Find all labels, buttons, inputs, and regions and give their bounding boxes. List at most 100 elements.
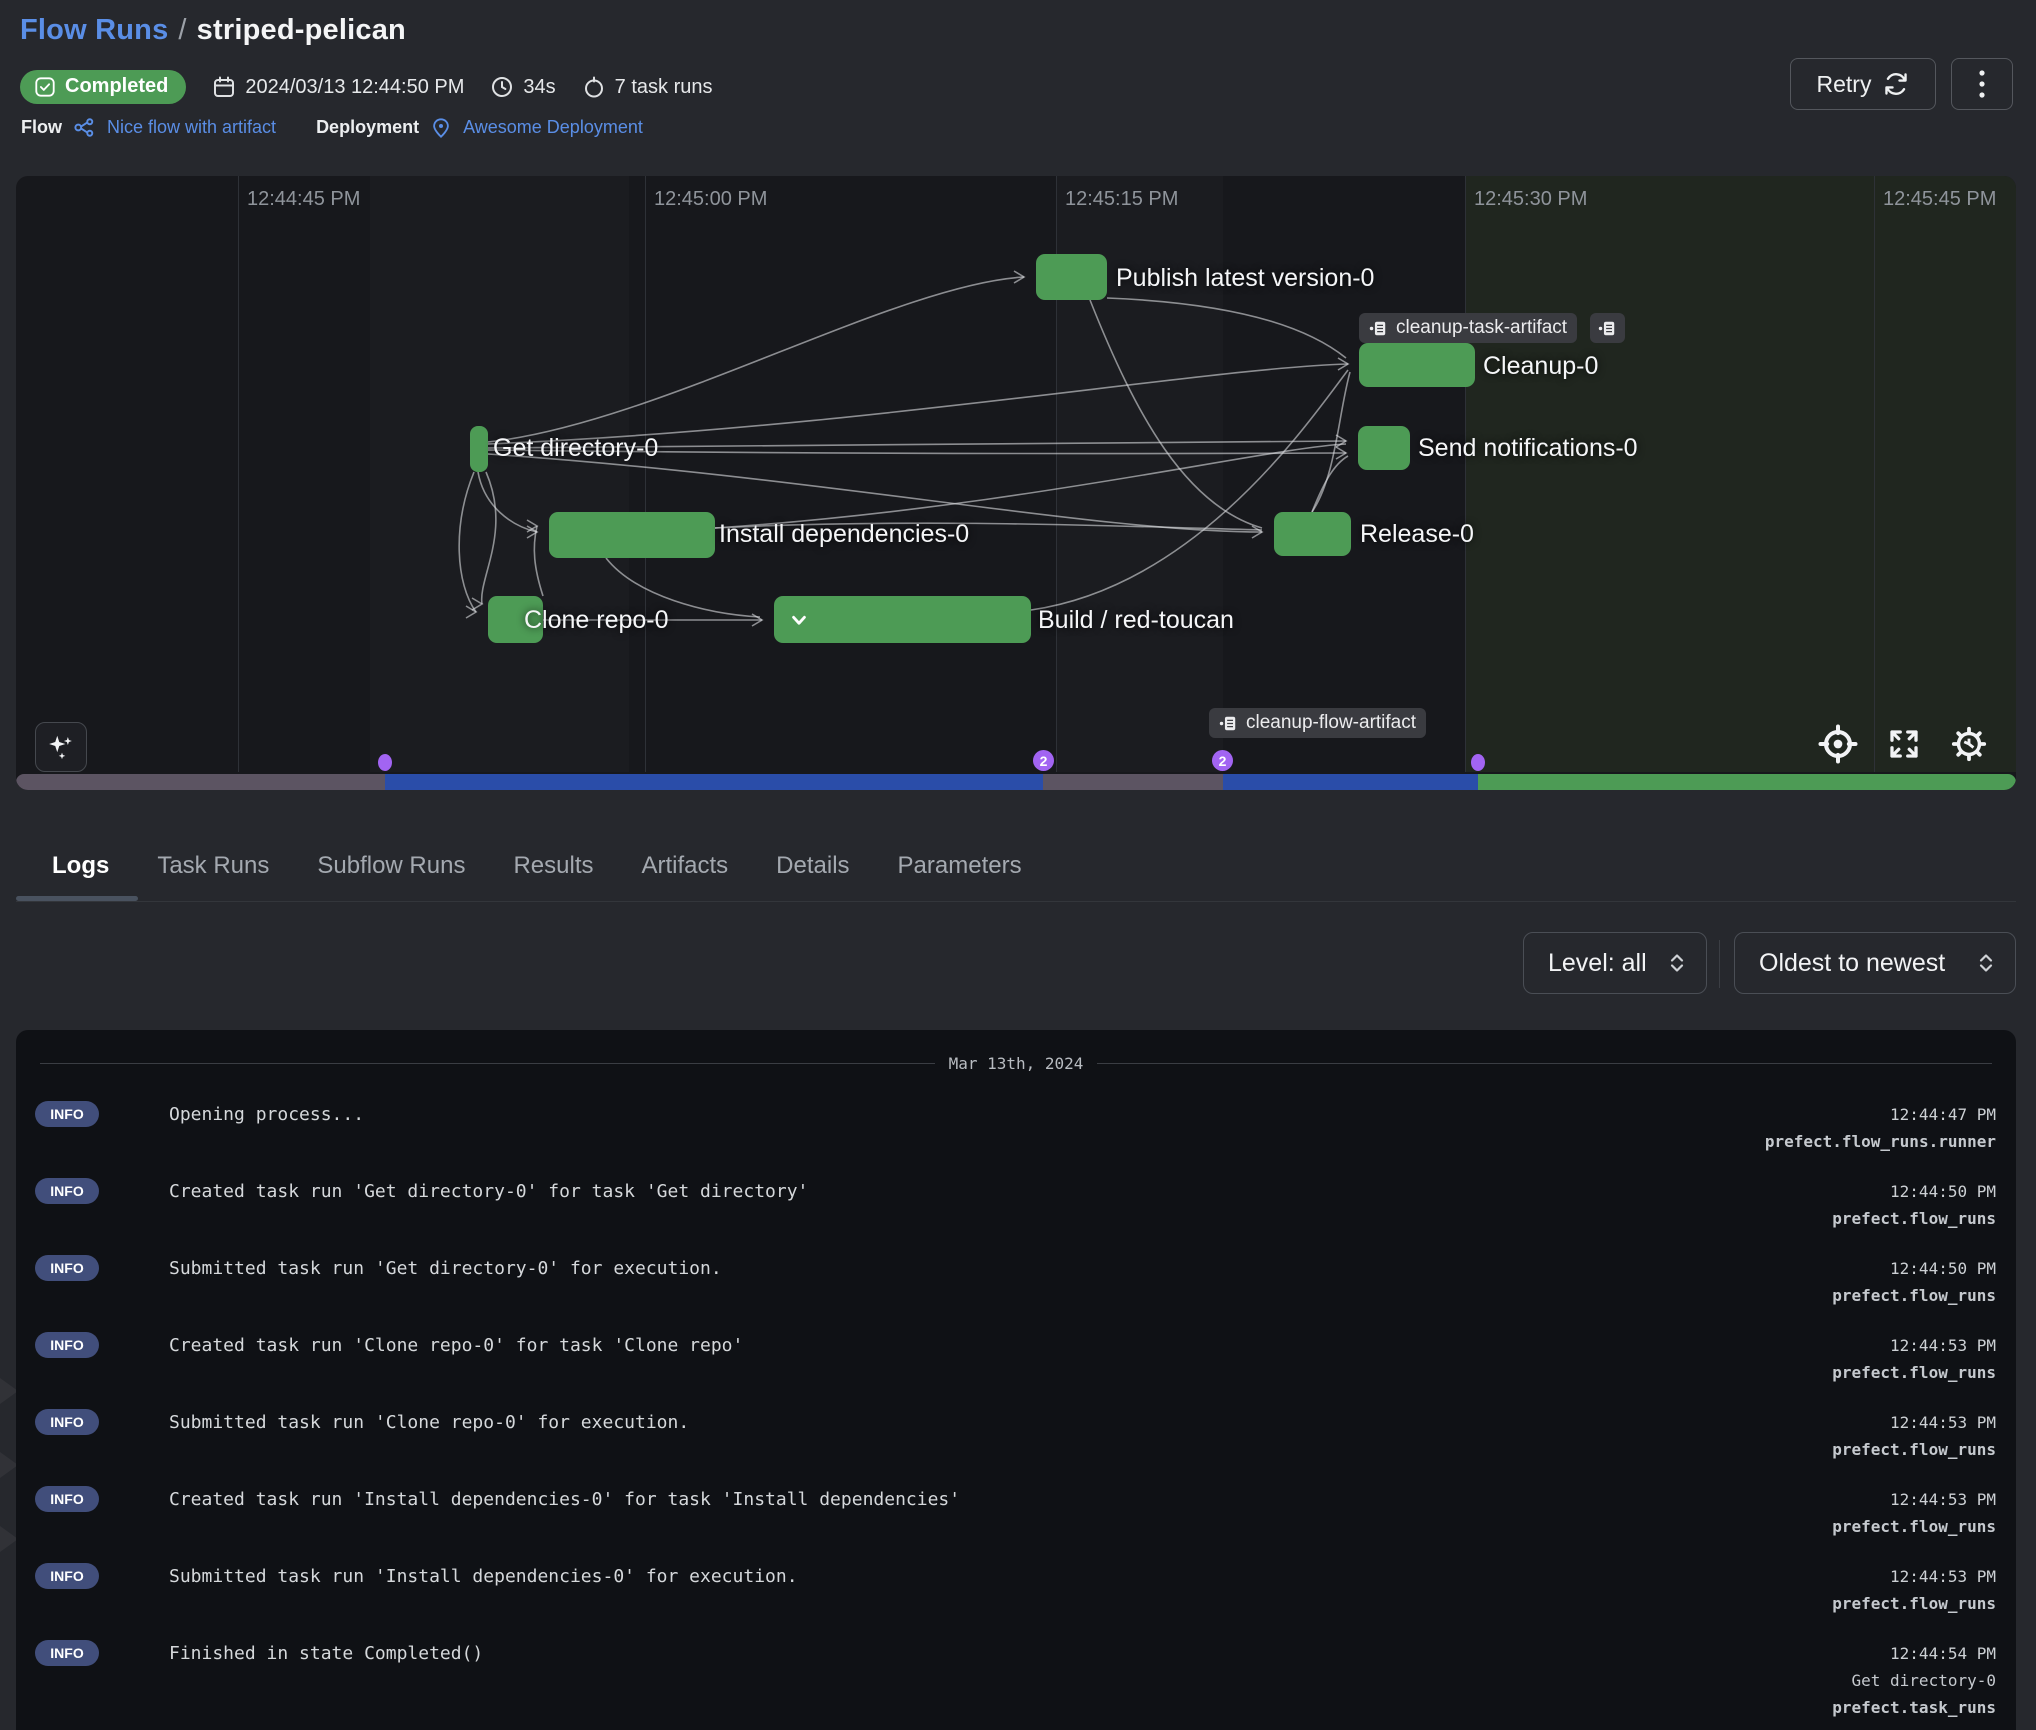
log-meta: 12:44:53 PM prefect.flow_runs <box>1832 1486 1996 1540</box>
log-level-badge: INFO <box>35 1332 99 1358</box>
log-panel: Mar 13th, 2024 INFO Opening process... 1… <box>16 1030 2016 1730</box>
filter-divider <box>1719 940 1720 988</box>
log-meta: 12:44:53 PM prefect.flow_runs <box>1832 1409 1996 1463</box>
state-bar-pending[interactable] <box>1043 774 1223 790</box>
task-node-release[interactable] <box>1274 512 1351 556</box>
log-time: 12:44:53 PM <box>1890 1413 1996 1432</box>
log-message: Created task run 'Install dependencies-0… <box>169 1489 960 1510</box>
state-bar-running[interactable] <box>1223 774 1478 790</box>
task-node-cleanup[interactable] <box>1359 343 1475 387</box>
breadcrumb-flow-runs-link[interactable]: Flow Runs <box>20 14 168 46</box>
log-meta: 12:44:53 PM prefect.flow_runs <box>1832 1563 1996 1617</box>
log-time: 12:44:50 PM <box>1890 1182 1996 1201</box>
recenter-graph-button[interactable] <box>1816 722 1860 766</box>
check-square-icon <box>34 76 56 98</box>
tab-details[interactable]: Details <box>752 852 873 880</box>
event-marker[interactable] <box>378 754 392 771</box>
tab-subflow-runs[interactable]: Subflow Runs <box>293 852 489 880</box>
log-logger: prefect.flow_runs <box>1832 1363 1996 1382</box>
artifact-badge-label: cleanup-task-artifact <box>1396 317 1567 339</box>
page-title: striped-pelican <box>197 14 406 46</box>
task-node-publish-latest-version[interactable] <box>1036 254 1107 300</box>
status-badge: Completed <box>20 70 186 104</box>
subflow-node-build[interactable] <box>774 596 1031 643</box>
artifact-badge-extra[interactable] <box>1590 313 1625 343</box>
log-message: Submitted task run 'Get directory-0' for… <box>169 1258 722 1279</box>
duration: 34s <box>490 75 555 99</box>
deployment-name-link[interactable]: Awesome Deployment <box>463 117 643 138</box>
tab-parameters[interactable]: Parameters <box>874 852 1046 880</box>
log-time: 12:44:50 PM <box>1890 1259 1996 1278</box>
log-row: INFO Created task run 'Clone repo-0' for… <box>16 1317 2016 1394</box>
task-run-count-value: 7 task runs <box>615 76 713 99</box>
log-logger: prefect.flow_runs <box>1832 1594 1996 1613</box>
log-logger: prefect.flow_runs <box>1832 1209 1996 1228</box>
log-logger: prefect.flow_runs <box>1832 1286 1996 1305</box>
log-time: 12:44:53 PM <box>1890 1490 1996 1509</box>
log-level-select[interactable]: Level: all <box>1523 932 1707 994</box>
log-meta: 12:44:53 PMprefect.flow_runs <box>1832 1332 1996 1386</box>
state-bar-completed[interactable] <box>1478 774 2016 790</box>
divider-line <box>40 1063 935 1064</box>
chevron-down-icon[interactable] <box>786 607 812 633</box>
event-marker-count[interactable]: 2 <box>1033 750 1054 771</box>
log-level-badge: INFO <box>35 1486 99 1512</box>
tab-results[interactable]: Results <box>489 852 617 880</box>
more-actions-button[interactable] <box>1951 58 2013 110</box>
task-label: Clone repo-0 <box>524 606 669 635</box>
graph-settings-button[interactable] <box>1947 722 1991 766</box>
calendar-icon <box>212 75 236 99</box>
tab-logs[interactable]: Logs <box>16 852 133 880</box>
task-runs-icon <box>582 75 606 99</box>
log-meta: 12:44:50 PM prefect.flow_runs <box>1832 1255 1996 1309</box>
event-marker[interactable] <box>1471 754 1485 771</box>
graph-magic-button[interactable] <box>35 722 87 772</box>
task-label: Send notifications-0 <box>1418 434 1638 463</box>
log-level-badge: INFO <box>35 1409 99 1435</box>
sparkles-icon <box>46 732 76 762</box>
log-message: Created task run 'Clone repo-0' for task… <box>169 1335 743 1356</box>
retry-label: Retry <box>1817 71 1872 98</box>
log-row: INFO Submitted task run 'Get directory-0… <box>16 1240 2016 1317</box>
log-message: Submitted task run 'Install dependencies… <box>169 1566 798 1587</box>
tab-artifacts[interactable]: Artifacts <box>617 852 752 880</box>
log-logger: prefect.flow_runs <box>1832 1440 1996 1459</box>
artifact-badge-cleanup-task[interactable]: cleanup-task-artifact <box>1359 313 1577 343</box>
state-bar-running[interactable] <box>385 774 1043 790</box>
log-logger: prefect.flow_runs <box>1832 1517 1996 1536</box>
duration-value: 34s <box>523 76 555 99</box>
task-node-install-dependencies[interactable] <box>549 512 715 558</box>
log-time: 12:44:47 PM <box>1890 1105 1996 1124</box>
log-level-badge: INFO <box>35 1640 99 1666</box>
task-label: Build / red-toucan <box>1038 606 1234 635</box>
flow-name-link[interactable]: Nice flow with artifact <box>107 117 276 138</box>
deployment-pin-icon <box>430 117 452 139</box>
flow-run-timeline[interactable]: 12:44:45 PM 12:45:00 PM 12:45:15 PM 12:4… <box>16 176 2016 790</box>
log-sort-select[interactable]: Oldest to newest <box>1734 932 2016 994</box>
log-meta: 12:44:50 PM prefect.flow_runs <box>1832 1178 1996 1232</box>
log-level-value: Level: all <box>1548 949 1647 978</box>
log-row: INFO Finished in state Completed() 12:44… <box>16 1625 2016 1702</box>
log-row: INFO Submitted task run 'Install depende… <box>16 1548 2016 1625</box>
artifact-badge-cleanup-flow[interactable]: cleanup-flow-artifact <box>1209 708 1426 738</box>
log-level-badge: INFO <box>35 1178 99 1204</box>
log-meta: 12:44:54 PMGet directory-0prefect.task_r… <box>1832 1640 1996 1721</box>
artifact-icon <box>1369 319 1388 338</box>
log-row: INFO Submitted task run 'Clone repo-0' f… <box>16 1394 2016 1471</box>
breadcrumb-separator: / <box>168 14 196 46</box>
event-marker-count[interactable]: 2 <box>1212 750 1233 771</box>
run-meta-row: Completed 2024/03/13 12:44:50 PM 34s 7 t… <box>20 70 712 104</box>
event-marker-label: 2 <box>1040 753 1048 769</box>
target-icon <box>1818 724 1858 764</box>
log-row: INFO Created task run 'Get directory-0' … <box>16 1163 2016 1240</box>
task-node-send-notifications[interactable] <box>1358 426 1410 470</box>
fullscreen-button[interactable] <box>1882 722 1926 766</box>
log-time: 12:44:53 PM <box>1890 1567 1996 1586</box>
tab-task-runs[interactable]: Task Runs <box>133 852 293 880</box>
task-node-get-directory[interactable] <box>470 426 488 472</box>
status-label: Completed <box>65 75 168 98</box>
tab-bar-border <box>16 901 2016 902</box>
retry-button[interactable]: Retry <box>1790 58 1936 110</box>
deployment-label: Deployment <box>316 117 419 138</box>
state-bar-pending[interactable] <box>16 774 385 790</box>
